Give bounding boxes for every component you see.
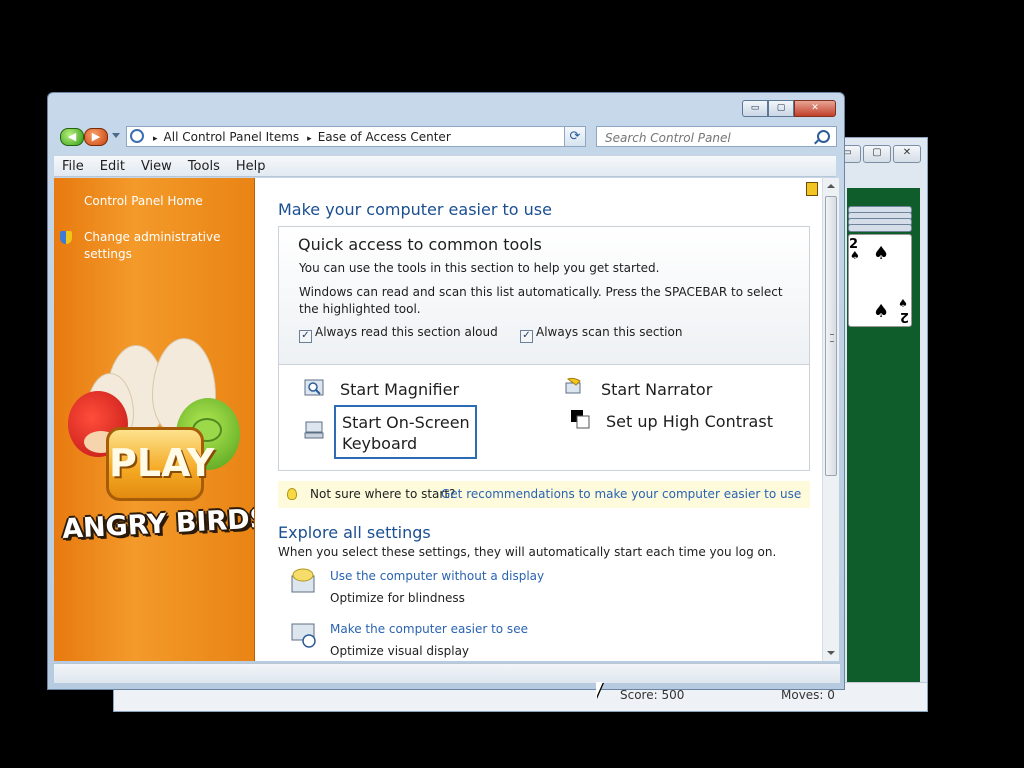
narrator-icon (565, 377, 581, 394)
score-display: Score: 500 (620, 688, 685, 702)
quick-access-panel: Quick access to common tools You can use… (278, 226, 810, 471)
maximize-button[interactable]: ▢ (768, 100, 794, 117)
forward-arrow-icon: ▶ (91, 130, 101, 143)
card-rank-bottom: 2 (899, 309, 909, 324)
read-aloud-label: Always read this section aloud (315, 325, 498, 339)
checkbox-check-icon[interactable]: ✓ (299, 330, 312, 343)
breadcrumb-all-control-panel-items[interactable]: All Control Panel Items (164, 130, 300, 144)
osk-label-line1: Start On-Screen (342, 413, 470, 432)
menu-edit[interactable]: Edit (92, 156, 133, 176)
menu-view[interactable]: View (133, 156, 180, 176)
explore-heading: Explore all settings (278, 523, 431, 542)
menu-file[interactable]: File (54, 156, 92, 176)
scan-label: Always scan this section (536, 325, 683, 339)
quick-access-scan-text: Windows can read and scan this list auto… (299, 285, 783, 299)
quick-access-intro: You can use the tools in this section to… (299, 261, 660, 275)
explore-item-sub: Optimize visual display (330, 644, 470, 658)
set-up-high-contrast-link[interactable]: Set up High Contrast (606, 411, 773, 432)
breadcrumb-separator-icon[interactable]: ▸ (153, 134, 158, 144)
scan-checkbox[interactable]: ✓ Always scan this section (520, 325, 682, 343)
menu-help[interactable]: Help (228, 156, 274, 176)
quick-access-title: Quick access to common tools (298, 235, 542, 254)
solitaire-caption-buttons: ▭ ▢ ✕ (833, 145, 921, 163)
osk-label-line2: Keyboard (342, 434, 418, 453)
uac-shield-icon (60, 231, 72, 244)
control-panel-icon (130, 129, 144, 143)
playing-card[interactable]: 2 ♠ ♠ ♠ ♠ 2 (848, 234, 912, 327)
breadcrumb-separator-icon[interactable]: ▸ (307, 134, 312, 144)
spade-icon: ♠ (873, 301, 890, 322)
search-input[interactable] (603, 128, 807, 147)
menu-tools[interactable]: Tools (180, 156, 228, 176)
explore-item-sub: Optimize for blindness (330, 591, 465, 605)
explore-item-link[interactable]: Use the computer without a display (330, 569, 544, 583)
forward-button[interactable]: ▶ (84, 128, 108, 146)
start-on-screen-keyboard-link[interactable]: Start On-Screen Keyboard (342, 412, 470, 454)
scrollbar-thumb[interactable] (825, 196, 837, 476)
display-magnifier-icon (291, 623, 316, 648)
page-title: Make your computer easier to use (278, 200, 552, 219)
hint-text: Not sure where to start? (310, 487, 456, 501)
get-recommendations-link[interactable]: Get recommendations to make your compute… (441, 487, 801, 501)
vertical-scrollbar[interactable] (822, 178, 839, 661)
breadcrumb: ▸ All Control Panel Items ▸ Ease of Access … (153, 130, 459, 144)
read-aloud-checkbox[interactable]: ✓ Always read this section aloud (299, 325, 498, 343)
lightbulb-icon (287, 488, 297, 500)
checkbox-check-icon[interactable]: ✓ (520, 330, 533, 343)
grip-icon (830, 334, 834, 342)
recent-pages-dropdown-icon[interactable] (112, 133, 120, 138)
moves-display: Moves: 0 (781, 688, 835, 702)
on-screen-keyboard-icon (304, 421, 324, 439)
minimize-button[interactable]: ▭ (742, 100, 768, 117)
scroll-down-icon[interactable] (827, 651, 835, 655)
start-narrator-link[interactable]: Start Narrator (601, 379, 712, 400)
card-back[interactable] (848, 224, 912, 232)
window-caption-buttons: ▭ ▢ ✕ (742, 100, 836, 117)
magnifier-icon (304, 379, 324, 396)
solitaire-close-button[interactable]: ✕ (893, 145, 921, 163)
mouse-pointer-icon (596, 682, 603, 698)
recommendation-bar: Not sure where to start? Get recommendat… (278, 481, 810, 508)
speech-display-icon (291, 568, 315, 593)
help-icon[interactable] (806, 182, 818, 196)
spade-icon: ♠ (850, 249, 860, 262)
status-bar (54, 663, 840, 683)
angry-birds-logo: ANGRY BIRDS (61, 503, 255, 545)
solitaire-maximize-button[interactable]: ▢ (863, 145, 891, 163)
explore-description: When you select these settings, they wil… (278, 545, 777, 559)
start-magnifier-link[interactable]: Start Magnifier (340, 379, 459, 400)
address-bar[interactable]: ▸ All Control Panel Items ▸ Ease of Access … (126, 126, 582, 147)
play-button[interactable]: PLAY (106, 427, 214, 501)
close-button[interactable]: ✕ (794, 100, 836, 117)
scroll-up-icon[interactable] (827, 184, 835, 188)
spade-icon: ♠ (873, 243, 890, 264)
search-box[interactable] (596, 126, 837, 147)
breadcrumb-ease-of-access-center[interactable]: Ease of Access Center (318, 130, 451, 144)
change-admin-settings-link[interactable]: Change administrative settings (84, 229, 234, 263)
content-pane: Make your computer easier to use Quick a… (255, 178, 822, 661)
back-arrow-icon: ◀ (67, 130, 77, 143)
refresh-button[interactable]: ⟳ (564, 126, 586, 147)
back-button[interactable]: ◀ (60, 128, 84, 146)
quick-access-scan-text-2: the highlighted tool. (299, 302, 421, 316)
search-icon[interactable] (817, 130, 830, 143)
high-contrast-icon (571, 410, 590, 429)
explore-item-link[interactable]: Make the computer easier to see (330, 622, 528, 636)
control-panel-window: ▭ ▢ ✕ ◀ ▶ ▸ All Control Panel Items ▸ Ease … (47, 92, 845, 690)
control-panel-home-link[interactable]: Control Panel Home (84, 193, 203, 210)
menu-bar: File Edit View Tools Help (54, 155, 836, 177)
task-pane: Control Panel Home Change administrative… (54, 178, 255, 661)
